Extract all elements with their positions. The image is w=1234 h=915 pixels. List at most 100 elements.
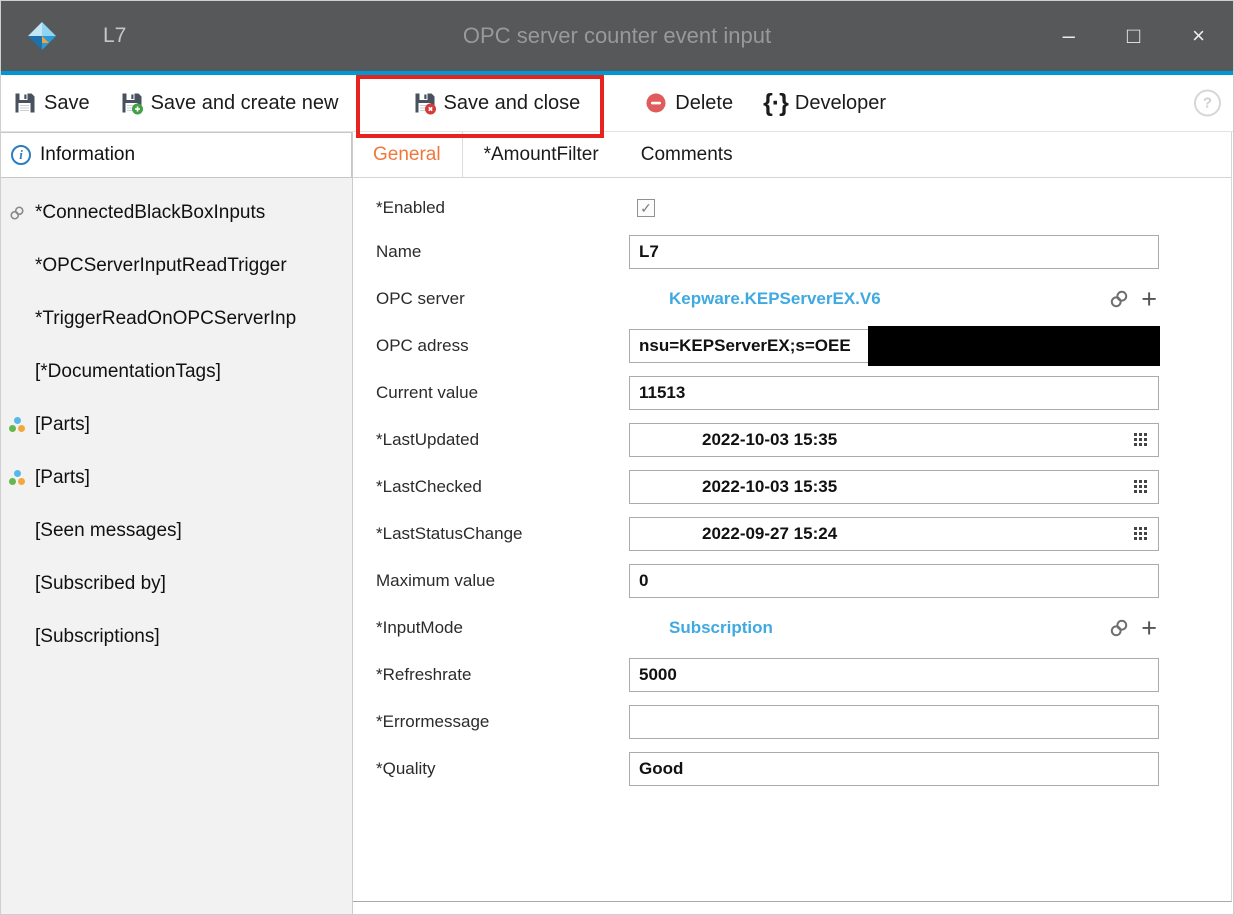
datepicker-grid-icon[interactable] bbox=[1134, 480, 1137, 483]
sidebar: i Information *ConnectedBlackBoxInputs *O… bbox=[1, 132, 353, 914]
maximum-value-input[interactable]: 0 bbox=[629, 564, 1159, 598]
field-control: L7 bbox=[629, 235, 1159, 269]
sidebar-item-documentationtags[interactable]: [*DocumentationTags] bbox=[1, 345, 352, 398]
tab-bar: General*AmountFilterComments bbox=[353, 132, 1231, 178]
field-label: *LastStatusChange bbox=[376, 524, 629, 544]
developer-button[interactable]: {·}Developer bbox=[763, 89, 886, 118]
form-row: NameL7 bbox=[376, 228, 1231, 275]
link-icon bbox=[9, 205, 35, 221]
sidebar-item-opcserverinputreadtrigger[interactable]: *OPCServerInputReadTrigger bbox=[1, 239, 352, 292]
field-label: *LastUpdated bbox=[376, 430, 629, 450]
field-control: nsu=KEPServerEX;s=OEE bbox=[629, 329, 1159, 363]
parts-icon bbox=[9, 417, 35, 433]
field-value: 5000 bbox=[639, 665, 677, 685]
sidebar-item-label: *OPCServerInputReadTrigger bbox=[35, 255, 287, 277]
parts-icon bbox=[9, 470, 35, 486]
lastchecked-date-field[interactable]: 2022-10-03 15:35 bbox=[629, 470, 1159, 504]
sidebar-header-label: Information bbox=[40, 144, 135, 166]
datepicker-grid-icon[interactable] bbox=[1134, 527, 1137, 530]
toolbar-label: Save bbox=[44, 92, 90, 115]
field-control: Subscription + bbox=[629, 611, 1159, 645]
delete-icon bbox=[644, 91, 668, 115]
field-value: nsu=KEPServerEX;s=OEE bbox=[639, 336, 851, 356]
check-mark-icon: ✓ bbox=[640, 200, 652, 217]
sidebar-item-label: [Parts] bbox=[35, 467, 90, 489]
enabled-checkbox[interactable]: ✓ bbox=[637, 199, 655, 217]
sidebar-item-triggerreadonopcserverinp[interactable]: *TriggerReadOnOPCServerInp bbox=[1, 292, 352, 345]
field-control: 5000 bbox=[629, 658, 1159, 692]
add-icon[interactable]: + bbox=[1141, 618, 1157, 638]
sidebar-item-label: [Subscribed by] bbox=[35, 573, 166, 595]
form-row: *LastChecked 2022-10-03 15:35 bbox=[376, 463, 1231, 510]
close-icon[interactable]: × bbox=[1192, 25, 1205, 47]
field-value: Good bbox=[639, 759, 683, 779]
field-value: 11513 bbox=[639, 383, 685, 403]
field-control: Kepware.KEPServerEX.V6 + bbox=[629, 282, 1159, 316]
field-label: *Enabled bbox=[376, 198, 629, 218]
redaction-overlay bbox=[868, 326, 1160, 366]
name-input[interactable]: L7 bbox=[629, 235, 1159, 269]
link-actions: + bbox=[1109, 289, 1157, 309]
field-label: *LastChecked bbox=[376, 477, 629, 497]
sidebar-item-label: *ConnectedBlackBoxInputs bbox=[35, 202, 265, 224]
field-label: *InputMode bbox=[376, 618, 629, 638]
field-value: 2022-10-03 15:35 bbox=[702, 430, 837, 450]
field-value: 2022-09-27 15:24 bbox=[702, 524, 837, 544]
inputmode-link[interactable]: Subscription bbox=[669, 618, 773, 638]
sidebar-item-subscriptions[interactable]: [Subscriptions] bbox=[1, 610, 352, 663]
sidebar-item-label: *TriggerReadOnOPCServerInp bbox=[35, 308, 296, 330]
add-icon[interactable]: + bbox=[1141, 289, 1157, 309]
save-and-create-new-button[interactable]: Save and create new bbox=[120, 91, 339, 115]
form-row: *LastUpdated 2022-10-03 15:35 bbox=[376, 416, 1231, 463]
field-value: 2022-10-03 15:35 bbox=[702, 477, 837, 497]
tab-general[interactable]: General bbox=[373, 132, 463, 177]
sidebar-item-subscribed-by[interactable]: [Subscribed by] bbox=[1, 557, 352, 610]
errormessage-input[interactable] bbox=[629, 705, 1159, 739]
toolbar-label: Delete bbox=[675, 92, 733, 115]
save-button[interactable]: Save bbox=[13, 91, 90, 115]
form-row: *Errormessage bbox=[376, 698, 1231, 745]
quality-input[interactable]: Good bbox=[629, 752, 1159, 786]
field-control: 11513 bbox=[629, 376, 1159, 410]
sidebar-item-parts[interactable]: [Parts] bbox=[1, 451, 352, 504]
minimize-icon[interactable]: – bbox=[1063, 25, 1075, 47]
record-name: L7 bbox=[103, 24, 126, 48]
sidebar-item-label: [Subscriptions] bbox=[35, 626, 160, 648]
tab-amountfilter[interactable]: *AmountFilter bbox=[463, 132, 620, 177]
maximize-icon[interactable]: □ bbox=[1127, 25, 1140, 47]
datepicker-grid-icon[interactable] bbox=[1134, 433, 1137, 436]
info-icon: i bbox=[11, 145, 31, 165]
sidebar-items: *ConnectedBlackBoxInputs *OPCServerInputR… bbox=[1, 178, 352, 663]
lastupdated-date-field[interactable]: 2022-10-03 15:35 bbox=[629, 423, 1159, 457]
field-label: *Quality bbox=[376, 759, 629, 779]
form-row: *LastStatusChange 2022-09-27 15:24 bbox=[376, 510, 1231, 557]
save-close-icon bbox=[413, 91, 437, 115]
sidebar-item-connectedblackboxinputs[interactable]: *ConnectedBlackBoxInputs bbox=[1, 186, 352, 239]
refreshrate-input[interactable]: 5000 bbox=[629, 658, 1159, 692]
sidebar-item-label: [Parts] bbox=[35, 414, 90, 436]
title-bar: L7 OPC server counter event input – □ × bbox=[1, 1, 1233, 71]
form-row: *Enabled ✓ bbox=[376, 188, 1231, 228]
field-control: 0 bbox=[629, 564, 1159, 598]
tab-comments[interactable]: Comments bbox=[620, 132, 754, 177]
field-control: 2022-10-03 15:35 bbox=[629, 470, 1159, 504]
field-control: 2022-09-27 15:24 bbox=[629, 517, 1159, 551]
help-icon[interactable]: ? bbox=[1194, 90, 1221, 117]
field-control: ✓ bbox=[629, 199, 1159, 217]
opc-server-link[interactable]: Kepware.KEPServerEX.V6 bbox=[669, 289, 881, 309]
window-title: OPC server counter event input bbox=[1, 23, 1233, 49]
link-chain-icon[interactable] bbox=[1109, 289, 1129, 309]
link-chain-icon[interactable] bbox=[1109, 618, 1129, 638]
sidebar-item-label: [Seen messages] bbox=[35, 520, 182, 542]
form-row: Current value11513 bbox=[376, 369, 1231, 416]
current-value-input[interactable]: 11513 bbox=[629, 376, 1159, 410]
save-and-close-button[interactable]: Save and close bbox=[413, 91, 581, 115]
sidebar-header-information[interactable]: i Information bbox=[1, 132, 352, 178]
delete-button[interactable]: Delete bbox=[644, 91, 733, 115]
app-logo-icon bbox=[25, 19, 59, 53]
laststatuschange-date-field[interactable]: 2022-09-27 15:24 bbox=[629, 517, 1159, 551]
sidebar-item-seen-messages[interactable]: [Seen messages] bbox=[1, 504, 352, 557]
save-new-icon bbox=[120, 91, 144, 115]
form-row: OPC serverKepware.KEPServerEX.V6+ bbox=[376, 275, 1231, 322]
sidebar-item-parts[interactable]: [Parts] bbox=[1, 398, 352, 451]
